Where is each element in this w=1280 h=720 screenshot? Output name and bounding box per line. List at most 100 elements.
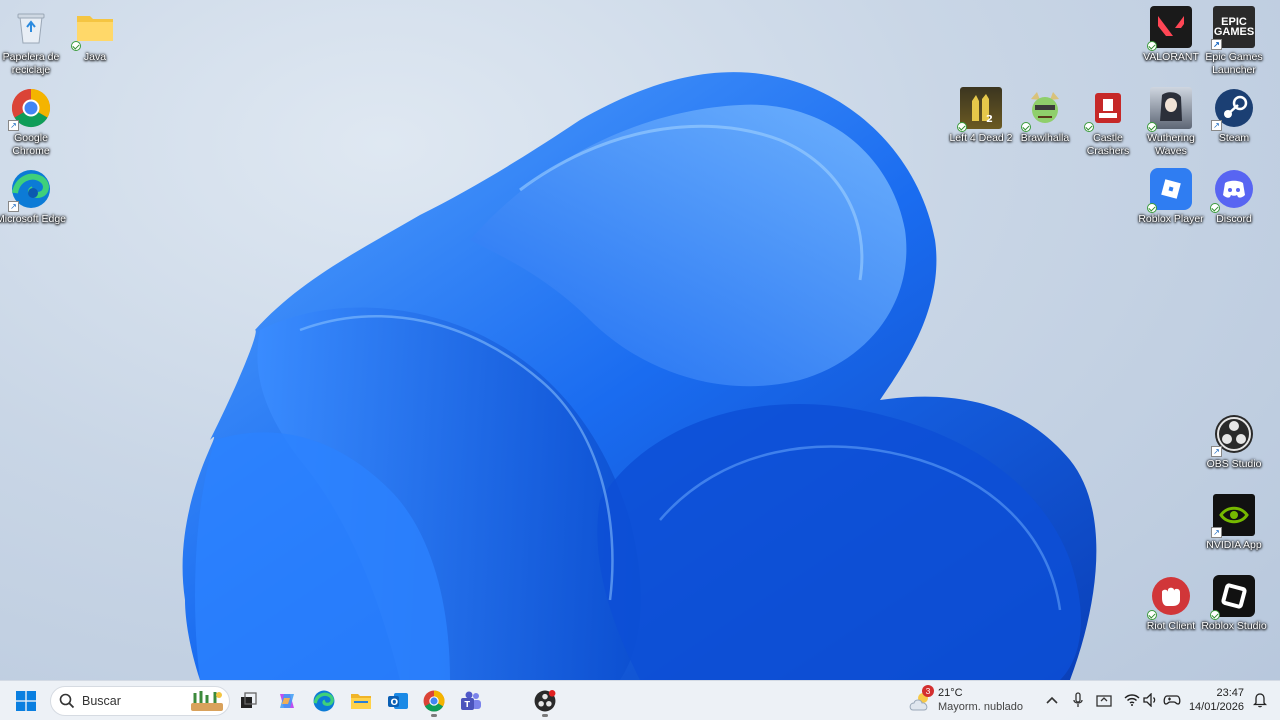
gamepad-icon — [1163, 695, 1181, 705]
network-button[interactable] — [1122, 690, 1142, 710]
desktop-icon-label: Java — [83, 51, 107, 63]
clock-time[interactable]: 23:47 — [1200, 687, 1244, 699]
show-hidden-icons-button[interactable] — [1042, 690, 1062, 710]
sync-status-icon — [1021, 122, 1031, 132]
notifications-button[interactable] — [1250, 690, 1270, 710]
edge-icon — [313, 690, 335, 712]
folder-icon — [71, 6, 116, 51]
microphone-button[interactable] — [1068, 690, 1088, 710]
task-view-icon — [241, 692, 257, 708]
taskbar: Buscar O T 3 — [0, 680, 1280, 720]
desktop-icon-label: NVIDIA App — [1206, 539, 1262, 551]
desktop-icon-steam[interactable]: ↗ Steam — [1202, 83, 1266, 161]
desktop-icon-label: Left 4 Dead 2 — [949, 132, 1013, 144]
riot-client-icon — [1147, 575, 1192, 620]
volume-button[interactable] — [1141, 690, 1161, 710]
tray-app-button[interactable] — [1094, 690, 1114, 710]
weather-alert-badge: 3 — [922, 685, 934, 697]
desktop-icon-label: Steam — [1218, 132, 1250, 144]
desktop-icon-microsoft-edge[interactable]: ↗ Microsoft Edge — [0, 164, 66, 242]
weather-temperature: 21°C — [938, 687, 963, 699]
left4dead2-icon: 2 — [957, 87, 1002, 132]
desktop-icon-obs-studio[interactable]: ↗ OBS Studio — [1202, 409, 1266, 487]
obs-icon: ↗ — [1211, 413, 1255, 457]
desktop-icon-label: Roblox Studio — [1201, 620, 1267, 632]
task-view-button[interactable] — [233, 685, 265, 717]
desktop-icon-label: Microsoft Edge — [0, 213, 67, 225]
search-placeholder: Buscar — [82, 694, 121, 708]
microphone-icon — [1073, 692, 1083, 707]
sync-status-icon — [1147, 203, 1157, 213]
valorant-icon — [1147, 6, 1192, 51]
wifi-icon — [1124, 694, 1140, 706]
steam-icon: ↗ — [1211, 87, 1255, 131]
epic-glyph-text: EPIC GAMES — [1213, 16, 1255, 38]
desktop-icon-roblox-studio[interactable]: Roblox Studio — [1201, 571, 1267, 649]
desktop-icon-left-4-dead-2[interactable]: 2 Left 4 Dead 2 — [949, 83, 1013, 161]
edge-icon: ↗ — [8, 168, 52, 212]
desktop-icon-wuthering-waves[interactable]: Wuthering Waves — [1139, 83, 1203, 161]
copilot-button[interactable] — [271, 685, 303, 717]
recycle-bin-icon — [10, 6, 52, 48]
desktop-icon-label: Epic Games Launcher — [1205, 51, 1263, 76]
desktop-icon-roblox-player[interactable]: Roblox Player — [1138, 164, 1204, 242]
teams-button[interactable]: T — [455, 685, 487, 717]
desktop-icon-brawlhalla[interactable]: Brawlhalla — [1013, 83, 1077, 161]
search-box[interactable]: Buscar — [50, 686, 230, 716]
sync-status-icon — [1084, 122, 1094, 132]
shortcut-arrow-icon: ↗ — [1211, 120, 1222, 131]
obs-icon — [534, 690, 556, 712]
svg-text:2: 2 — [986, 114, 993, 125]
file-explorer-icon — [351, 694, 371, 709]
outlook-button[interactable]: O — [382, 685, 414, 717]
desktop-icon-riot-client[interactable]: Riot Client — [1139, 571, 1203, 649]
castle-crashers-icon — [1084, 87, 1129, 132]
desktop-icon-java[interactable]: Java — [63, 2, 127, 80]
file-explorer-button[interactable] — [345, 685, 377, 717]
shortcut-arrow-icon: ↗ — [1211, 39, 1222, 50]
volume-icon — [1143, 693, 1156, 707]
search-icon — [59, 693, 75, 709]
discord-icon — [1210, 168, 1255, 213]
search-highlight-icon — [191, 691, 223, 711]
desktop-icon-label: Discord — [1216, 213, 1252, 225]
taskbar-chrome-button[interactable] — [418, 685, 450, 717]
start-icon — [16, 691, 36, 711]
wuthering-waves-icon — [1147, 87, 1192, 132]
clock-date[interactable]: 14/01/2026 — [1188, 701, 1244, 713]
notification-bell-icon — [1253, 693, 1267, 708]
desktop-icon-recycle-bin[interactable]: Papelera de reciclaje — [0, 2, 63, 80]
sync-status-icon — [957, 122, 967, 132]
sync-status-icon — [1147, 122, 1157, 132]
sync-status-icon — [1210, 203, 1220, 213]
desktop-icon-valorant[interactable]: VALORANT — [1139, 2, 1203, 80]
desktop-icon-epic-games[interactable]: EPIC GAMES ↗ Epic Games Launcher — [1202, 2, 1266, 80]
start-button[interactable] — [10, 685, 42, 717]
desktop-icon-label: OBS Studio — [1206, 458, 1262, 470]
brawlhalla-icon — [1021, 87, 1066, 132]
shortcut-arrow-icon: ↗ — [8, 201, 19, 212]
chevron-up-icon — [1046, 696, 1058, 704]
sync-status-icon — [1147, 41, 1157, 51]
chrome-icon: ↗ — [8, 87, 52, 131]
taskbar-edge-button[interactable] — [308, 685, 340, 717]
desktop-icon-castle-crashers[interactable]: Castle Crashers — [1076, 83, 1140, 161]
sync-status-icon — [1147, 610, 1157, 620]
epic-games-icon: EPIC GAMES ↗ — [1211, 6, 1255, 50]
desktop-icon-google-chrome[interactable]: ↗ Google Chrome — [0, 83, 63, 161]
desktop-icon-label: Google Chrome — [12, 132, 50, 157]
shortcut-arrow-icon: ↗ — [1211, 527, 1222, 538]
svg-text:T: T — [465, 700, 471, 709]
teams-icon: T — [461, 691, 481, 710]
nvidia-icon: ↗ — [1211, 494, 1255, 538]
weather-widget[interactable]: 3 — [906, 685, 936, 717]
sync-status-icon — [1210, 610, 1220, 620]
chrome-icon — [423, 690, 445, 712]
desktop-icon-nvidia-app[interactable]: ↗ NVIDIA App — [1202, 490, 1266, 568]
roblox-studio-icon — [1210, 575, 1255, 620]
battery-button[interactable] — [1162, 690, 1182, 710]
shortcut-arrow-icon: ↗ — [8, 120, 19, 131]
sync-status-icon — [71, 41, 81, 51]
desktop-icon-discord[interactable]: Discord — [1202, 164, 1266, 242]
taskbar-obs-button[interactable] — [529, 685, 561, 717]
